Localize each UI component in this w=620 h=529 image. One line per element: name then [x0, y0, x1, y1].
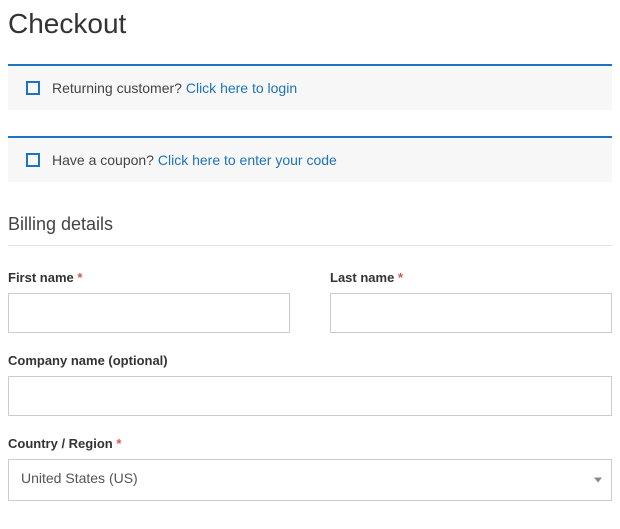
page-title: Checkout [8, 8, 612, 40]
last-name-input[interactable] [330, 293, 612, 333]
window-icon [26, 81, 40, 95]
country-select[interactable]: United States (US) [8, 459, 612, 501]
section-divider [8, 245, 612, 246]
last-name-field-group: Last name * [330, 270, 612, 333]
last-name-label: Last name * [330, 270, 612, 285]
company-field-group: Company name (optional) [8, 353, 612, 416]
first-name-label: First name * [8, 270, 290, 285]
window-icon [26, 153, 40, 167]
company-label: Company name (optional) [8, 353, 612, 368]
country-label: Country / Region * [8, 436, 612, 451]
country-select-wrap[interactable]: United States (US) [8, 459, 612, 501]
company-input[interactable] [8, 376, 612, 416]
first-name-field-group: First name * [8, 270, 290, 333]
login-notice-text: Returning customer? Click here to login [52, 80, 297, 96]
country-field-group: Country / Region * United States (US) [8, 436, 612, 501]
coupon-link[interactable]: Click here to enter your code [158, 152, 337, 168]
required-asterisk: * [398, 270, 403, 285]
login-notice-prefix: Returning customer? [52, 80, 186, 96]
billing-section-title: Billing details [8, 214, 612, 235]
country-label-text: Country / Region [8, 436, 113, 451]
first-name-label-text: First name [8, 270, 74, 285]
login-notice: Returning customer? Click here to login [8, 64, 612, 110]
required-asterisk: * [77, 270, 82, 285]
last-name-label-text: Last name [330, 270, 394, 285]
coupon-notice-text: Have a coupon? Click here to enter your … [52, 152, 337, 168]
first-name-input[interactable] [8, 293, 290, 333]
coupon-notice: Have a coupon? Click here to enter your … [8, 136, 612, 182]
coupon-notice-prefix: Have a coupon? [52, 152, 158, 168]
required-asterisk: * [116, 436, 121, 451]
login-link[interactable]: Click here to login [186, 80, 297, 96]
